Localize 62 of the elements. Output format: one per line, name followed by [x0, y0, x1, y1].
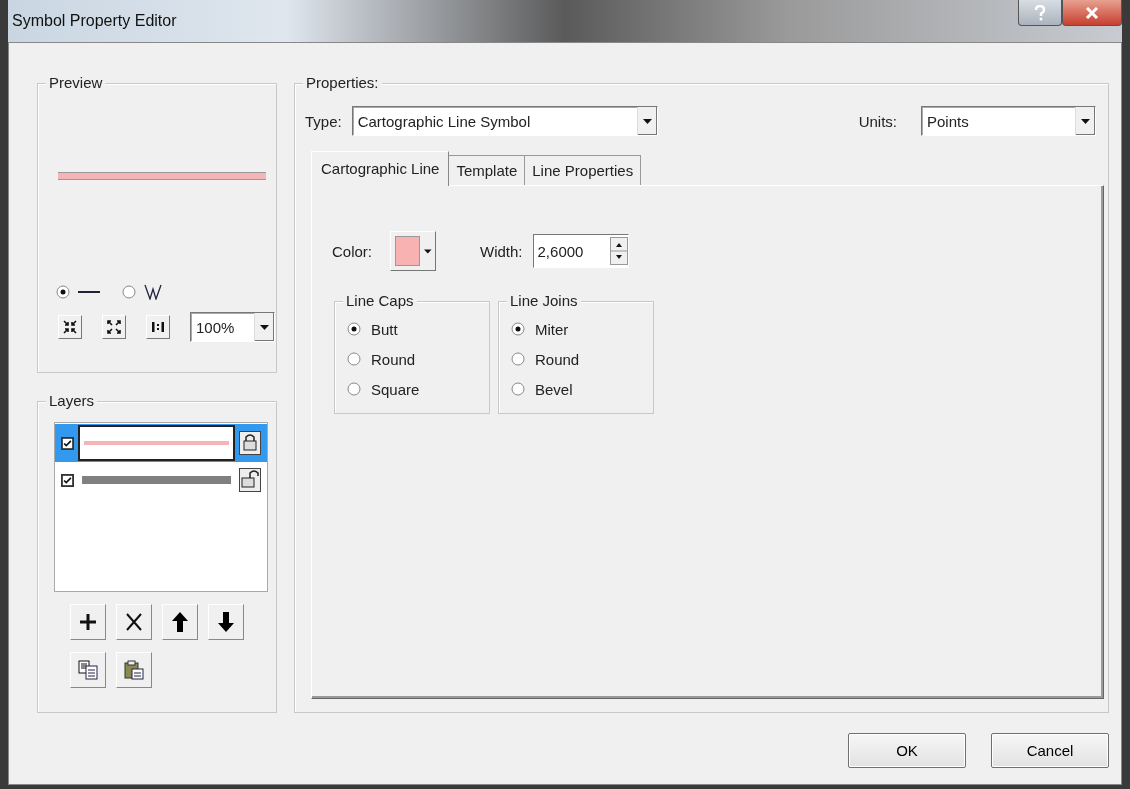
delete-icon [126, 613, 142, 631]
up-arrow-icon [172, 612, 188, 632]
arrows-outward-icon [107, 320, 121, 334]
arrows-inward-icon [63, 320, 77, 334]
radio-label: Butt [371, 320, 398, 338]
type-dropdown[interactable]: Cartographic Line Symbol [351, 106, 658, 136]
radio-button[interactable] [511, 322, 525, 336]
move-up-button[interactable] [162, 604, 198, 640]
zigzag-icon [144, 284, 162, 300]
radio-button[interactable] [511, 352, 525, 366]
ok-button[interactable]: OK [848, 733, 966, 768]
radio-label: Round [371, 350, 416, 368]
radio-button[interactable] [56, 285, 70, 299]
color-picker-button[interactable] [390, 231, 436, 271]
caret-icon [424, 248, 432, 254]
group-title: Properties: [303, 74, 382, 92]
caret-icon [1081, 118, 1090, 124]
paste-button[interactable] [116, 652, 152, 688]
checkbox[interactable] [61, 436, 74, 450]
close-icon [1085, 6, 1099, 19]
caret-icon [642, 118, 652, 124]
radio-button[interactable] [347, 322, 361, 336]
group-title: Line Caps [343, 292, 417, 310]
layer-row[interactable] [55, 424, 267, 462]
radio-label: Square [371, 380, 420, 398]
copy-icon [78, 660, 98, 680]
width-label: Width: [480, 242, 523, 260]
move-down-button[interactable] [208, 604, 244, 640]
radio-button[interactable] [347, 382, 361, 396]
straight-line-icon [78, 291, 100, 293]
plus-icon [80, 614, 96, 630]
radio-button[interactable] [122, 285, 136, 299]
radio-label: Round [535, 350, 580, 368]
add-layer-button[interactable] [70, 604, 106, 640]
copy-button[interactable] [70, 652, 106, 688]
checkbox[interactable] [61, 473, 74, 487]
units-label: Units: [858, 112, 897, 130]
spin-arrows-icon [609, 237, 628, 265]
radio-label: Bevel [535, 380, 573, 398]
radio-label: Miter [535, 320, 569, 338]
one-to-one-icon [151, 321, 165, 333]
help-button[interactable] [1018, 0, 1062, 26]
radio-button[interactable] [347, 352, 361, 366]
close-button[interactable] [1062, 0, 1122, 26]
caret-icon [260, 324, 269, 330]
width-spinbox[interactable]: 2,6000 [532, 234, 629, 268]
radio-button[interactable] [511, 382, 525, 396]
help-icon [1034, 4, 1046, 21]
color-label: Color: [332, 242, 372, 260]
tab[interactable]: Line Properties [524, 155, 642, 185]
actual-size-button[interactable] [146, 315, 170, 339]
zoom-dropdown[interactable]: 100% [190, 312, 275, 342]
window-title: Symbol Property Editor [11, 12, 177, 30]
units-dropdown[interactable]: Points [921, 106, 1096, 136]
clipboard-icon [124, 660, 144, 680]
zoom-in-button[interactable] [58, 315, 82, 339]
down-arrow-icon [218, 612, 234, 632]
tab[interactable]: Cartographic Line [311, 151, 450, 186]
type-label: Type: [305, 112, 342, 130]
zoom-out-button[interactable] [102, 315, 126, 339]
delete-layer-button[interactable] [116, 604, 152, 640]
cancel-button[interactable]: Cancel [991, 733, 1109, 768]
